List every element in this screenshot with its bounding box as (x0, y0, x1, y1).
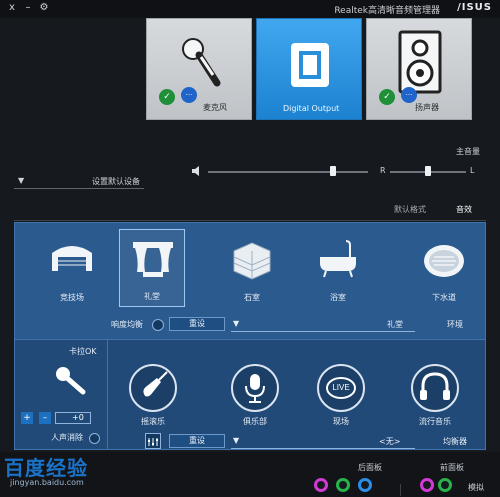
bathtub-icon (320, 240, 356, 278)
eq-item-pop[interactable] (411, 364, 459, 412)
check-icon: ✓ (159, 89, 175, 105)
eq-item-club[interactable] (231, 364, 279, 412)
balance-right-label: R (380, 166, 386, 175)
main-volume-label: 主音量 (456, 147, 480, 156)
device-label-speaker: 扬声器 (415, 103, 439, 112)
eq-label-live: 现场 (333, 417, 349, 426)
eq-label-rock: 摇滚乐 (141, 417, 165, 426)
environment-row-label: 环境 (447, 320, 463, 329)
sewer-icon (424, 245, 464, 277)
environment-select-underline (231, 331, 415, 332)
eq-label-pop: 流行音乐 (419, 417, 451, 426)
environment-reset-button[interactable]: 重设 (169, 317, 225, 331)
default-device-underline (14, 188, 144, 189)
digital-output-icon (291, 43, 329, 87)
environment-item-auditorium[interactable]: 礼堂 (119, 229, 185, 307)
equalizer-select-underline (231, 448, 415, 449)
default-device-dropdown-arrow[interactable]: ▼ (18, 176, 24, 185)
balance-slider-knob[interactable] (425, 166, 431, 176)
karaoke-label: 卡拉OK (69, 347, 97, 356)
equalizer-panel: 流行音乐 LIVE 现场 俱乐部 摇滚乐 均衡器 <无> ▼ 重设 卡拉OK +… (14, 340, 486, 450)
app-title: Realtek高清晰音频管理器 (334, 6, 440, 16)
environment-item-arena[interactable]: 竞技场 (39, 229, 105, 307)
environment-dropdown-arrow[interactable]: ▼ (233, 319, 239, 328)
equalizer-row-label: 均衡器 (443, 437, 467, 446)
equalizer-current-value[interactable]: <无> (379, 436, 400, 447)
chat-bubble-icon: ··· (181, 87, 197, 103)
device-tile-digital-output[interactable]: Digital Output (256, 18, 362, 120)
karaoke-minus-button[interactable]: – (39, 412, 51, 424)
chat-bubble-icon: ··· (401, 87, 417, 103)
environment-item-stone-room[interactable]: 石室 (219, 229, 285, 307)
brand-logo: /ISUS (457, 2, 492, 13)
environment-label-arena: 竞技场 (60, 293, 84, 302)
settings-gear-icon[interactable]: ⚙ (38, 2, 50, 14)
connector-divider (400, 484, 401, 496)
eq-item-live[interactable]: LIVE (317, 364, 365, 412)
graphic-eq-icon[interactable] (145, 433, 161, 449)
analog-label: 模拟 (468, 483, 484, 492)
rear-jack-pink[interactable] (314, 478, 328, 492)
device-tile-microphone[interactable]: ··· ✓ 麦克风 (146, 18, 252, 120)
environment-label-bathroom: 浴室 (330, 293, 346, 302)
tab-default-format[interactable]: 默认格式 (394, 204, 426, 215)
karaoke-value[interactable]: +0 (55, 412, 91, 424)
realtek-audio-manager-window: x – ⚙ Realtek高清晰音频管理器 /ISUS ··· ✓ 麦克风 Di… (0, 0, 500, 497)
default-device-label[interactable]: 设置默认设备 (92, 176, 140, 187)
headphones-icon (420, 372, 450, 400)
device-label-microphone: 麦克风 (203, 103, 227, 112)
loudness-toggle[interactable] (152, 319, 164, 331)
close-button[interactable]: x (6, 2, 18, 14)
loudness-label: 响度均衡 (111, 320, 143, 329)
microphone-icon (182, 38, 221, 87)
environment-label-stone-room: 石室 (244, 293, 260, 302)
rear-jack-green[interactable] (336, 478, 350, 492)
rock-guitar-icon (143, 371, 168, 397)
environment-current-value[interactable]: 礼堂 (387, 319, 403, 330)
main-volume-slider-knob[interactable] (329, 166, 336, 176)
speaker-icon (398, 30, 442, 94)
tab-sound-effects[interactable]: 音效 (456, 204, 472, 215)
environment-label-sewer: 下水道 (432, 293, 456, 302)
minimize-button[interactable]: – (22, 2, 34, 14)
panel-divider (107, 340, 108, 450)
auditorium-icon (133, 242, 173, 277)
stone-room-icon (233, 242, 271, 280)
front-jack-green[interactable] (438, 478, 452, 492)
club-microphone-icon (245, 374, 265, 403)
device-label-digital-output: Digital Output (283, 104, 340, 113)
eq-item-rock[interactable] (129, 364, 177, 412)
watermark-url: jingyan.baidu.com (10, 478, 84, 487)
balance-left-label: L (470, 166, 475, 175)
arena-icon (52, 246, 92, 271)
karaoke-plus-button[interactable]: + (21, 412, 33, 424)
eq-label-club: 俱乐部 (243, 417, 267, 426)
voice-cancel-label: 人声消除 (51, 433, 83, 442)
environment-item-bathroom[interactable]: 浴室 (305, 229, 371, 307)
title-bar: x – ⚙ Realtek高清晰音频管理器 /ISUS (0, 0, 500, 18)
live-music-icon: LIVE (326, 377, 356, 399)
device-tile-speaker[interactable]: ··· ✓ 扬声器 (366, 18, 472, 120)
rear-jack-blue[interactable] (358, 478, 372, 492)
tab-bar: 音效 默认格式 (14, 200, 486, 221)
main-volume-slider-track[interactable] (208, 171, 368, 173)
environment-panel: 下水道 浴室 石室 礼堂 竞技场 环境 礼堂 ▼ 重设 响度均衡 (14, 222, 486, 340)
equalizer-reset-button[interactable]: 重设 (169, 434, 225, 448)
equalizer-dropdown-arrow[interactable]: ▼ (233, 436, 239, 445)
watermark: 百度经验 jingyan.baidu.com (4, 452, 154, 494)
voice-cancel-toggle[interactable] (89, 433, 100, 444)
environment-label-auditorium: 礼堂 (144, 292, 160, 301)
front-panel-label: 前面板 (440, 463, 464, 472)
karaoke-microphone-icon (56, 367, 86, 395)
rear-panel-label: 后面板 (358, 463, 382, 472)
watermark-text: 百度经验 (4, 456, 88, 480)
svg-text:LIVE: LIVE (332, 383, 349, 392)
environment-item-sewer[interactable]: 下水道 (411, 229, 477, 307)
volume-speaker-icon[interactable] (190, 164, 204, 178)
check-icon: ✓ (379, 89, 395, 105)
front-jack-pink[interactable] (420, 478, 434, 492)
